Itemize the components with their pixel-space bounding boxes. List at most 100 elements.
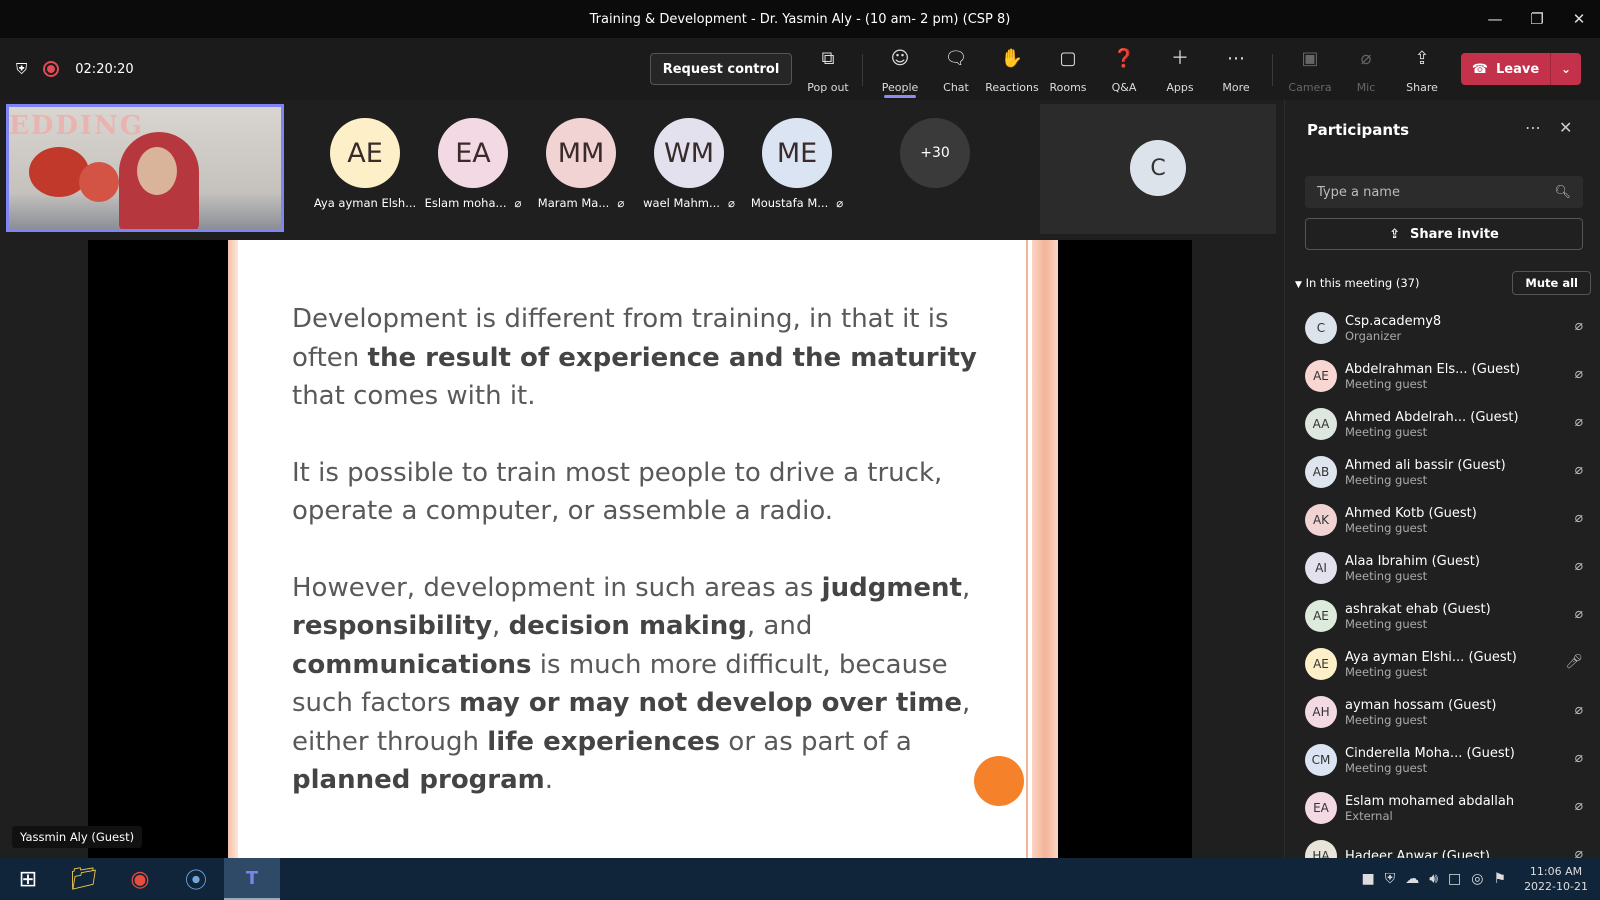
participant-name: Maram Ma...	[537, 196, 610, 210]
avatar: AE	[1305, 360, 1337, 392]
restore-icon[interactable]: ❐	[1516, 0, 1558, 38]
section-label: In this meeting (37)	[1305, 276, 1420, 290]
qa-button[interactable]: ❓ Q&A	[1096, 46, 1152, 94]
gallery-participant[interactable]: EA Eslam moha... ⌀	[425, 118, 521, 210]
avatar: C	[1130, 140, 1186, 196]
participant-row[interactable]: EA Eslam mohamed abdallah External ⌀	[1285, 784, 1600, 832]
chevron-down-icon[interactable]: ⌄	[1551, 62, 1581, 76]
more-button[interactable]: ⋯ More	[1208, 46, 1264, 94]
gallery-participant[interactable]: WM wael Mahm... ⌀	[643, 118, 735, 210]
mic-button[interactable]: ⌀ Mic	[1338, 46, 1394, 94]
share-invite-icon: ⇪	[1389, 226, 1401, 242]
gallery-participant[interactable]: AE Aya ayman Elsh...	[314, 118, 416, 210]
flag-icon[interactable]: ⚑	[1494, 871, 1507, 887]
participant-row[interactable]: AH ayman hossam (Guest) Meeting guest ⌀	[1285, 688, 1600, 736]
self-video[interactable]: EDDING	[6, 104, 284, 232]
minimize-icon[interactable]: —	[1474, 0, 1516, 38]
participant-row[interactable]: AA Ahmed Abdelrah... (Guest) Meeting guest…	[1285, 400, 1600, 448]
close-window-icon[interactable]: ✕	[1558, 0, 1600, 38]
network-icon[interactable]: ☁	[1405, 871, 1419, 887]
participant-role: Meeting guest	[1345, 712, 1428, 727]
mute-all-button[interactable]: Mute all	[1512, 271, 1591, 295]
text: , and	[746, 611, 813, 641]
leave-button[interactable]: ☎ Leave ⌄	[1461, 53, 1581, 85]
chrome-icon[interactable]: ◉	[112, 858, 168, 900]
avatar: AB	[1305, 456, 1337, 488]
participant-row[interactable]: AI Alaa Ibrahim (Guest) Meeting guest ⌀	[1285, 544, 1600, 592]
participant-info: Aya ayman Elshi... (Guest) Meeting guest	[1345, 650, 1517, 679]
participant-info: ayman hossam (Guest) Meeting guest	[1345, 698, 1497, 727]
participant-name: Ahmed ali bassir (Guest)	[1345, 457, 1506, 473]
apps-button[interactable]: ＋ Apps	[1152, 46, 1208, 94]
shield-icon: ⛨	[16, 60, 28, 78]
participant-row[interactable]: AE Aya ayman Elshi... (Guest) Meeting gues…	[1285, 640, 1600, 688]
close-icon[interactable]: ✕	[1559, 118, 1572, 137]
participant-info: Ahmed ali bassir (Guest) Meeting guest	[1345, 458, 1506, 487]
mic-off-icon[interactable]: ⌀	[1575, 702, 1583, 718]
reactions-button[interactable]: ✋ Reactions	[984, 46, 1040, 94]
mic-off-icon[interactable]: ⌀	[1575, 846, 1583, 858]
clock[interactable]: 11:06 AM 2022-10-21	[1524, 864, 1588, 894]
section-toggle[interactable]: ▼ In this meeting (37)	[1295, 276, 1419, 290]
gallery-participant[interactable]: MM Maram Ma... ⌀	[538, 118, 624, 210]
file-explorer-icon[interactable]: 📁︎	[56, 858, 112, 900]
volume-icon[interactable]: 🔊︎	[1429, 871, 1438, 887]
camera-button[interactable]: ▣ Camera	[1282, 46, 1338, 94]
rooms-icon: ▢	[1059, 48, 1077, 69]
participant-row[interactable]: C Csp.academy8 Organizer ⌀	[1285, 304, 1600, 352]
clock-time: 11:06 AM	[1529, 865, 1583, 878]
presentation-slide: Development is different from training, …	[228, 240, 1058, 858]
participant-name: ashrakat ehab (Guest)	[1345, 601, 1491, 617]
teams-icon[interactable]: T	[224, 858, 280, 900]
mic-off-icon[interactable]: ⌀	[1575, 510, 1583, 526]
participant-row[interactable]: HA Hadeer Anwar (Guest) ⌀	[1285, 832, 1600, 858]
participant-info: Abdelrahman Els... (Guest) Meeting guest	[1345, 362, 1520, 391]
mic-off-icon[interactable]: ⌀	[1575, 414, 1583, 430]
rooms-button[interactable]: ▢ Rooms	[1040, 46, 1096, 94]
more-participants-button[interactable]: +30	[900, 118, 970, 188]
bold-text: may or may not develop over time	[459, 688, 962, 718]
share-invite-button[interactable]: ⇪ Share invite	[1305, 218, 1583, 250]
participant-role: Meeting guest	[1345, 760, 1428, 775]
windows-start-icon[interactable]: ⊞	[0, 858, 56, 900]
participant-row[interactable]: CM Cinderella Moha... (Guest) Meeting gues…	[1285, 736, 1600, 784]
participant-row[interactable]: AB Ahmed ali bassir (Guest) Meeting guest ⌀	[1285, 448, 1600, 496]
panel-title: Participants	[1307, 121, 1410, 139]
participant-role: Meeting guest	[1345, 424, 1428, 439]
app-icon[interactable]: ⦿	[168, 858, 224, 900]
globe-icon[interactable]: ◎	[1471, 871, 1483, 887]
participant-row[interactable]: AK Ahmed Kotb (Guest) Meeting guest ⌀	[1285, 496, 1600, 544]
mic-off-icon[interactable]: ⌀	[1575, 462, 1583, 478]
request-control-button[interactable]: Request control	[650, 53, 792, 85]
avatar: MM	[546, 118, 616, 188]
participant-row[interactable]: AE ashrakat ehab (Guest) Meeting guest ⌀	[1285, 592, 1600, 640]
participant-row[interactable]: AE Abdelrahman Els... (Guest) Meeting gues…	[1285, 352, 1600, 400]
gallery-participant[interactable]: ME Moustafa M... ⌀	[751, 118, 843, 210]
people-icon: ☺	[890, 48, 910, 69]
participant-tile[interactable]: C	[1040, 104, 1276, 234]
mic-off-icon[interactable]: ⌀	[1575, 366, 1583, 382]
teams-tray-icon[interactable]: ■	[1361, 871, 1374, 887]
shield-tray-icon[interactable]: ⛨	[1385, 871, 1396, 887]
search-input[interactable]: Type a name 🔍︎	[1305, 176, 1583, 208]
mic-icon[interactable]: 🎤︎	[1565, 654, 1583, 670]
mic-off-icon[interactable]: ⌀	[1575, 798, 1583, 814]
pop-out-icon: ⧉	[821, 48, 835, 69]
participant-name: Ahmed Kotb (Guest)	[1345, 505, 1477, 521]
people-button[interactable]: ☺ People	[872, 46, 928, 98]
participant-info: Ahmed Abdelrah... (Guest) Meeting guest	[1345, 410, 1519, 439]
monitor-icon[interactable]: □	[1448, 871, 1461, 887]
mic-off-icon[interactable]: ⌀	[1575, 606, 1583, 622]
share-button[interactable]: ⇪ Share	[1394, 46, 1450, 94]
speaker-face	[137, 147, 177, 195]
more-options-icon[interactable]: ⋯	[1525, 118, 1541, 137]
chat-button[interactable]: 🗨 Chat	[928, 46, 984, 94]
text: that comes with it.	[292, 381, 536, 411]
pop-out-button[interactable]: ⧉ Pop out	[800, 46, 856, 94]
participant-name: Eslam moha...	[424, 196, 507, 210]
mic-off-icon[interactable]: ⌀	[1575, 318, 1583, 334]
bold-text: decision making	[508, 611, 747, 641]
participant-name: Aya ayman Elsh...	[313, 196, 417, 210]
mic-off-icon[interactable]: ⌀	[1575, 558, 1583, 574]
mic-off-icon[interactable]: ⌀	[1575, 750, 1583, 766]
